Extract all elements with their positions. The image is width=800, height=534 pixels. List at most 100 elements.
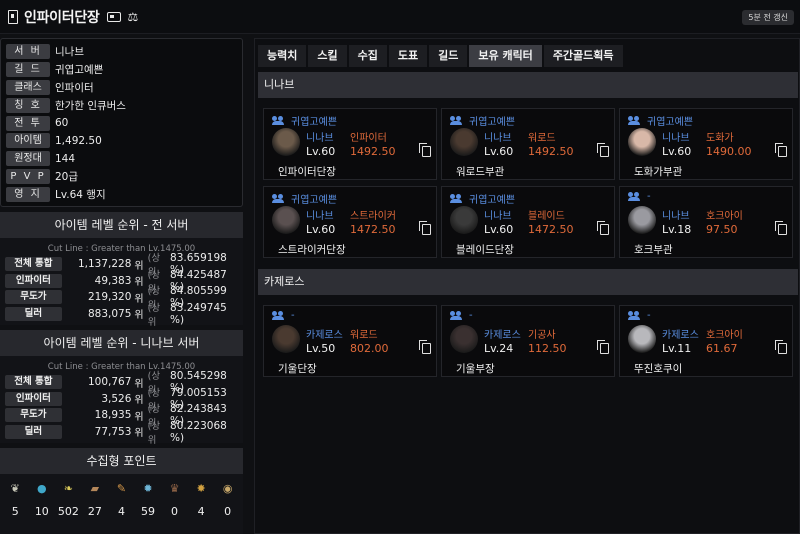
guild-line: 귀엽고예쁜 — [272, 191, 337, 206]
collect-item[interactable]: ✹ 59 — [136, 480, 160, 534]
character-item-level: 112.50 — [528, 342, 567, 355]
collect-item[interactable]: ▰ 27 — [83, 480, 107, 534]
profile-label: 전 투 — [6, 115, 50, 131]
rank-percent: 83.249745 %) — [170, 301, 227, 326]
profile-label: 서 버 — [6, 44, 50, 60]
page-header: 인파이터단장 ⚖ 5분 전 갱신 — [0, 0, 800, 34]
copy-icon[interactable] — [597, 340, 609, 354]
tab-2[interactable]: 수집 — [348, 45, 387, 67]
avatar — [628, 128, 656, 156]
rank-number: 883,075 — [88, 307, 132, 320]
character-server: 니나브 — [662, 211, 690, 222]
character-level: Lv.60 — [306, 223, 336, 236]
character-card[interactable]: - 카제로스 호크아이 Lv.11 61.67 뚜진호쿠이 — [619, 305, 793, 377]
avatar — [628, 206, 656, 234]
rank-top-label: (상위 — [147, 302, 161, 328]
people-icon — [272, 311, 285, 320]
character-item-level: 61.67 — [706, 342, 738, 355]
collect-count: 4 — [197, 505, 205, 518]
collect-item[interactable]: ◉ 0 — [216, 480, 240, 534]
copy-icon[interactable] — [775, 143, 787, 157]
copy-icon[interactable] — [597, 143, 609, 157]
tab-5[interactable]: 보유 캐릭터 — [469, 45, 542, 67]
character-server: 카제로스 — [306, 330, 343, 341]
copy-icon[interactable] — [775, 221, 787, 235]
copy-icon[interactable] — [775, 340, 787, 354]
avatar — [272, 325, 300, 353]
rank-number: 3,526 — [101, 392, 132, 405]
rank-number: 1,137,228 — [77, 258, 132, 271]
copy-icon[interactable] — [419, 221, 431, 235]
guild-line: - — [450, 310, 473, 321]
copy-icon[interactable] — [419, 340, 431, 354]
scale-icon[interactable]: ⚖ — [127, 10, 138, 24]
profile-value: 귀엽고예쁜 — [55, 64, 104, 77]
guild-name: 귀엽고예쁜 — [469, 195, 515, 206]
character-item-level: 1490.00 — [706, 145, 752, 158]
collect-item[interactable]: ✸ 4 — [189, 480, 213, 534]
character-card[interactable]: 귀엽고예쁜 니나브 인파이터 Lv.60 1492.50 인파이터단장 — [263, 108, 437, 180]
profile-row: P V P 20급 — [6, 168, 237, 186]
refresh-button[interactable]: 5분 전 갱신 — [742, 10, 794, 25]
collect-item[interactable]: ♛ 0 — [163, 480, 187, 534]
profile-label: 클래스 — [6, 79, 50, 95]
character-server: 카제로스 — [484, 330, 521, 341]
character-card[interactable]: 귀엽고예쁜 니나브 스트라이커 Lv.60 1472.50 스트라이커단장 — [263, 186, 437, 258]
profile-value: 60 — [55, 117, 69, 130]
profile-value: 한가한 인큐버스 — [55, 99, 126, 112]
id-card-icon[interactable] — [107, 11, 122, 22]
voyage-icon: ✎ — [116, 481, 127, 495]
tab-1[interactable]: 스킬 — [308, 45, 347, 67]
avatar — [450, 206, 478, 234]
avatar — [628, 325, 656, 353]
copy-icon[interactable] — [597, 221, 609, 235]
profile-value: 20급 — [55, 170, 79, 183]
people-icon — [450, 116, 463, 125]
ignea-token-icon: ✸ — [196, 481, 206, 495]
collect-title: 수집형 포인트 — [0, 448, 243, 474]
character-card[interactable]: - 카제로스 기공사 Lv.24 112.50 기울부장 — [441, 305, 615, 377]
character-level: Lv.60 — [662, 145, 692, 158]
character-card[interactable]: - 니나브 호크아이 Lv.18 97.50 호크부관 — [619, 186, 793, 258]
collect-item[interactable]: ✎ 4 — [109, 480, 133, 534]
character-server: 니나브 — [306, 133, 334, 144]
people-icon — [628, 192, 641, 201]
copy-icon[interactable] — [419, 143, 431, 157]
tab-bar: 능력치 스킬 수집 도표 길드 보유 캐릭터 주간골드획득 — [258, 45, 625, 67]
avatar — [272, 128, 300, 156]
character-name: 블레이드단장 — [456, 244, 514, 256]
character-card[interactable]: 귀엽고예쁜 니나브 도화가 Lv.60 1490.00 도화가부관 — [619, 108, 793, 180]
rank-label: 딜러 — [5, 424, 62, 439]
character-name: 뚜진호쿠이 — [634, 363, 683, 375]
collect-item[interactable]: ● 10 — [30, 480, 54, 534]
profile-row: 아이템 1,492.50 — [6, 132, 237, 150]
tab-6[interactable]: 주간골드획득 — [543, 45, 623, 67]
character-card[interactable]: 귀엽고예쁜 니나브 워로드 Lv.60 1492.50 워로드부관 — [441, 108, 615, 180]
rank-label: 무도가 — [5, 408, 62, 423]
rank-unit: 위 — [134, 260, 144, 272]
character-class: 워로드 — [528, 133, 556, 144]
profile-value: 144 — [55, 152, 76, 165]
character-server: 카제로스 — [662, 330, 699, 341]
bookmark-icon[interactable] — [8, 9, 18, 24]
rank-all-box: Cut Line : Greater than Lv.1475.00 전체 통합… — [0, 238, 243, 328]
tab-3[interactable]: 도표 — [388, 45, 428, 67]
guild-line: - — [272, 310, 295, 321]
character-item-level: 97.50 — [706, 223, 738, 236]
guild-name: 귀엽고예쁜 — [291, 117, 337, 128]
character-name: 인파이터단장 — [278, 166, 336, 178]
collect-item[interactable]: ❧ 502 — [56, 480, 80, 534]
rank-server-box: Cut Line : Greater than Lv.1475.00 전체 통합… — [0, 356, 243, 446]
character-card[interactable]: - 카제로스 워로드 Lv.50 802.00 기울단장 — [263, 305, 437, 377]
character-item-level: 1472.50 — [528, 223, 574, 236]
character-card[interactable]: 귀엽고예쁜 니나브 블레이드 Lv.60 1472.50 블레이드단장 — [441, 186, 615, 258]
guild-name: - — [291, 310, 295, 321]
collect-item[interactable]: ❦ 5 — [3, 480, 27, 534]
rank-label: 무도가 — [5, 290, 62, 305]
server-group-header: 카제로스 — [258, 269, 798, 295]
character-server: 니나브 — [662, 133, 690, 144]
avatar — [272, 206, 300, 234]
tab-0[interactable]: 능력치 — [258, 45, 307, 67]
tab-4[interactable]: 길드 — [429, 45, 468, 67]
character-class: 워로드 — [350, 330, 378, 341]
